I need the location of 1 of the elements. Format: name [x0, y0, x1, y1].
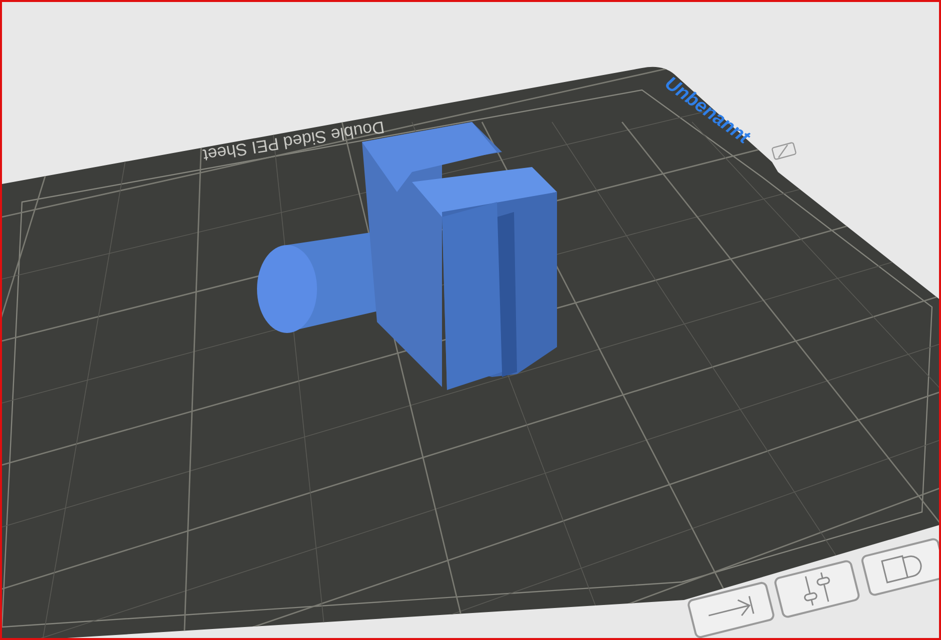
bed-label: Double Sided PEI Sheet: [201, 116, 386, 167]
